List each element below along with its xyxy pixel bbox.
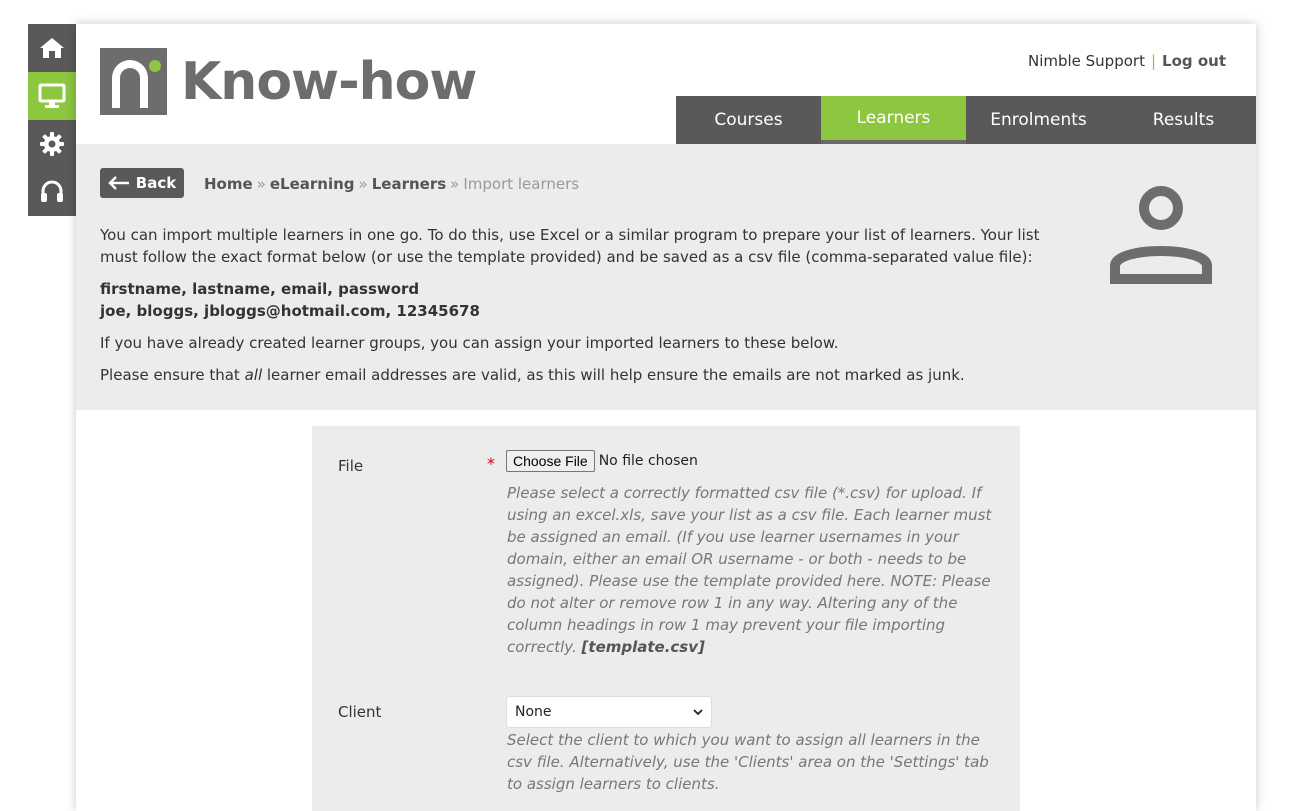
user-name: Nimble Support bbox=[1027, 52, 1145, 70]
logo-text: Know-how bbox=[181, 51, 477, 112]
rail-settings-button[interactable] bbox=[28, 120, 76, 168]
breadcrumb-sep: » bbox=[256, 175, 266, 193]
user-links-separator: | bbox=[1150, 52, 1157, 70]
intro-text: You can import multiple learners in one … bbox=[100, 224, 1060, 396]
client-select-value: None bbox=[515, 704, 552, 720]
logout-link[interactable]: Log out bbox=[1162, 52, 1226, 70]
required-indicator: * bbox=[487, 454, 495, 473]
intro-paragraph: You can import multiple learners in one … bbox=[100, 226, 1040, 266]
breadcrumb-sep: » bbox=[358, 175, 368, 193]
breadcrumb-sep: » bbox=[450, 175, 460, 193]
main-nav: Courses Learners Enrolments Results bbox=[676, 96, 1256, 144]
client-label: Client bbox=[338, 703, 382, 721]
breadcrumb-learners[interactable]: Learners bbox=[372, 175, 446, 193]
rail-elearning-button[interactable] bbox=[28, 72, 76, 120]
page-container: Know-how Nimble Support | Log out Courses … bbox=[76, 24, 1256, 811]
no-file-text: No file chosen bbox=[598, 453, 698, 469]
tab-learners[interactable]: Learners bbox=[821, 96, 966, 144]
file-input[interactable]: Choose File No file chosen bbox=[506, 450, 698, 472]
file-help-text: Please select a correctly formatted csv … bbox=[507, 484, 992, 656]
client-help-text: Select the client to which you want to a… bbox=[507, 731, 989, 793]
back-button[interactable]: Back bbox=[100, 168, 184, 198]
template-link[interactable]: [template.csv] bbox=[582, 638, 705, 656]
side-rail bbox=[28, 24, 76, 216]
home-icon bbox=[40, 38, 64, 58]
logo[interactable]: Know-how bbox=[100, 48, 477, 115]
chevron-down-icon bbox=[693, 709, 703, 716]
rail-home-button[interactable] bbox=[28, 24, 76, 72]
tab-courses[interactable]: Courses bbox=[676, 96, 821, 144]
logo-mark bbox=[100, 48, 167, 115]
tab-enrolments[interactable]: Enrolments bbox=[966, 96, 1111, 144]
csv-format-header: firstname, lastname, email, password bbox=[100, 280, 420, 298]
import-form: File * Choose File No file chosen Please… bbox=[312, 426, 1020, 811]
header: Know-how Nimble Support | Log out Courses … bbox=[76, 24, 1256, 144]
breadcrumb-elearning[interactable]: eLearning bbox=[270, 175, 355, 193]
choose-file-button[interactable]: Choose File bbox=[506, 450, 595, 472]
csv-format-example: firstname, lastname, email, password joe… bbox=[100, 278, 1060, 322]
groups-paragraph: If you have already created learner grou… bbox=[100, 334, 839, 352]
email-warning: Please ensure that all learner email add… bbox=[100, 366, 965, 384]
breadcrumb-home[interactable]: Home bbox=[204, 175, 253, 193]
client-select[interactable]: None bbox=[506, 696, 712, 728]
rail-support-button[interactable] bbox=[28, 168, 76, 216]
file-label: File bbox=[338, 457, 364, 475]
headset-icon bbox=[41, 180, 63, 202]
gear-icon bbox=[40, 132, 64, 156]
breadcrumb: Home» eLearning» Learners» Import learners bbox=[204, 175, 579, 193]
tab-results[interactable]: Results bbox=[1111, 96, 1256, 144]
monitor-icon bbox=[38, 83, 66, 108]
user-links: Nimble Support | Log out bbox=[1028, 52, 1226, 70]
back-button-label: Back bbox=[135, 174, 177, 192]
intro-panel: Back Home» eLearning» Learners» Import lear… bbox=[76, 144, 1256, 410]
breadcrumb-current: Import learners bbox=[463, 175, 580, 193]
person-icon bbox=[1110, 186, 1212, 284]
arrow-left-icon bbox=[108, 176, 129, 190]
csv-format-row: joe, bloggs, jbloggs@hotmail.com, 123456… bbox=[100, 302, 480, 320]
